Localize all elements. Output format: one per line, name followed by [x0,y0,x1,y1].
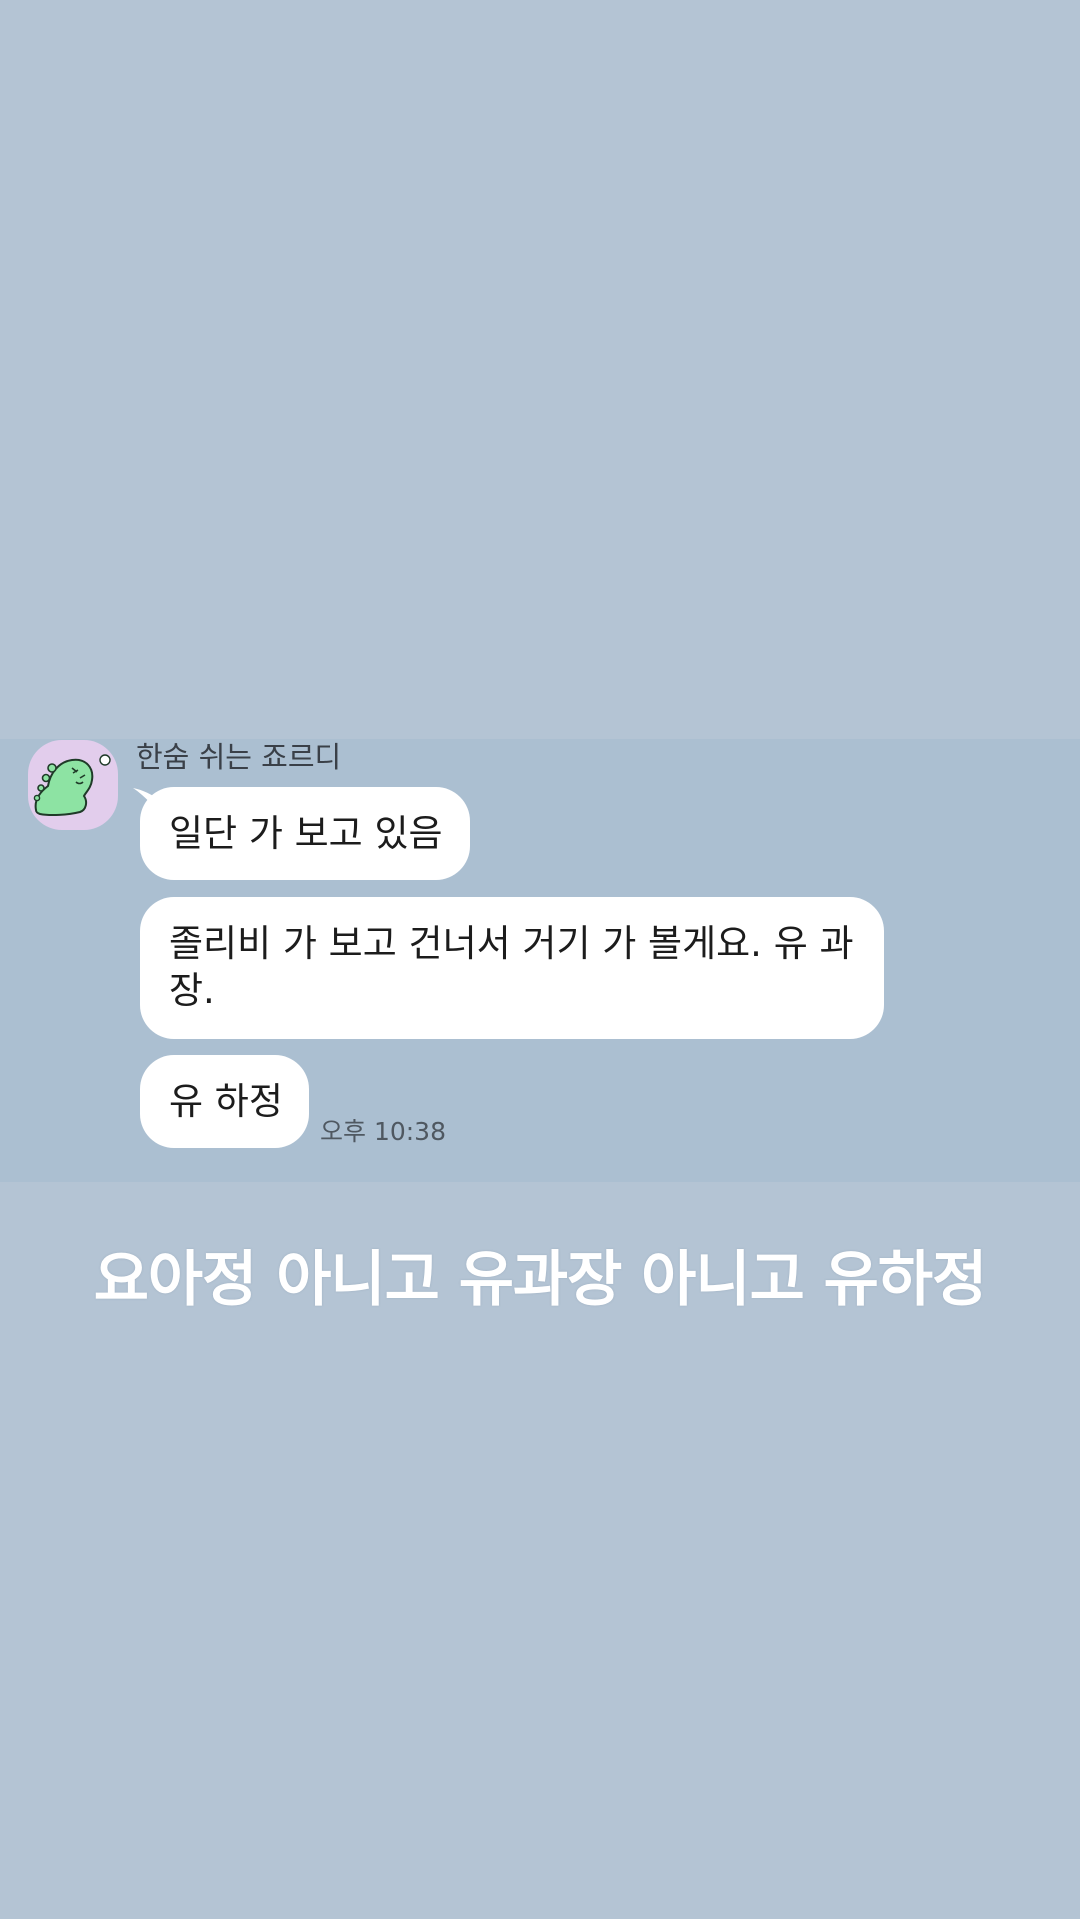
message-text: 유 하정 [169,1080,283,1123]
message-text: 일단 가 보고 있음 [169,812,443,855]
caption-text: 요아정 아니고 유과장 아니고 유하정 [93,1245,988,1315]
sender-avatar[interactable] [28,740,118,830]
message-timestamp: 오후 10:38 [320,1117,446,1146]
message-bubble[interactable]: 유 하정 [140,1055,309,1148]
message-bubble[interactable]: 졸리비 가 보고 건너서 거기 가 볼게요. 유 과장. [140,897,884,1039]
message-bubble[interactable]: 일단 가 보고 있음 [140,787,470,880]
dinosaur-icon [33,754,111,817]
message-text: 졸리비 가 보고 건너서 거기 가 볼게요. 유 과장. [169,922,854,1012]
sender-name: 한숨 쉬는 죠르디 [136,740,342,774]
